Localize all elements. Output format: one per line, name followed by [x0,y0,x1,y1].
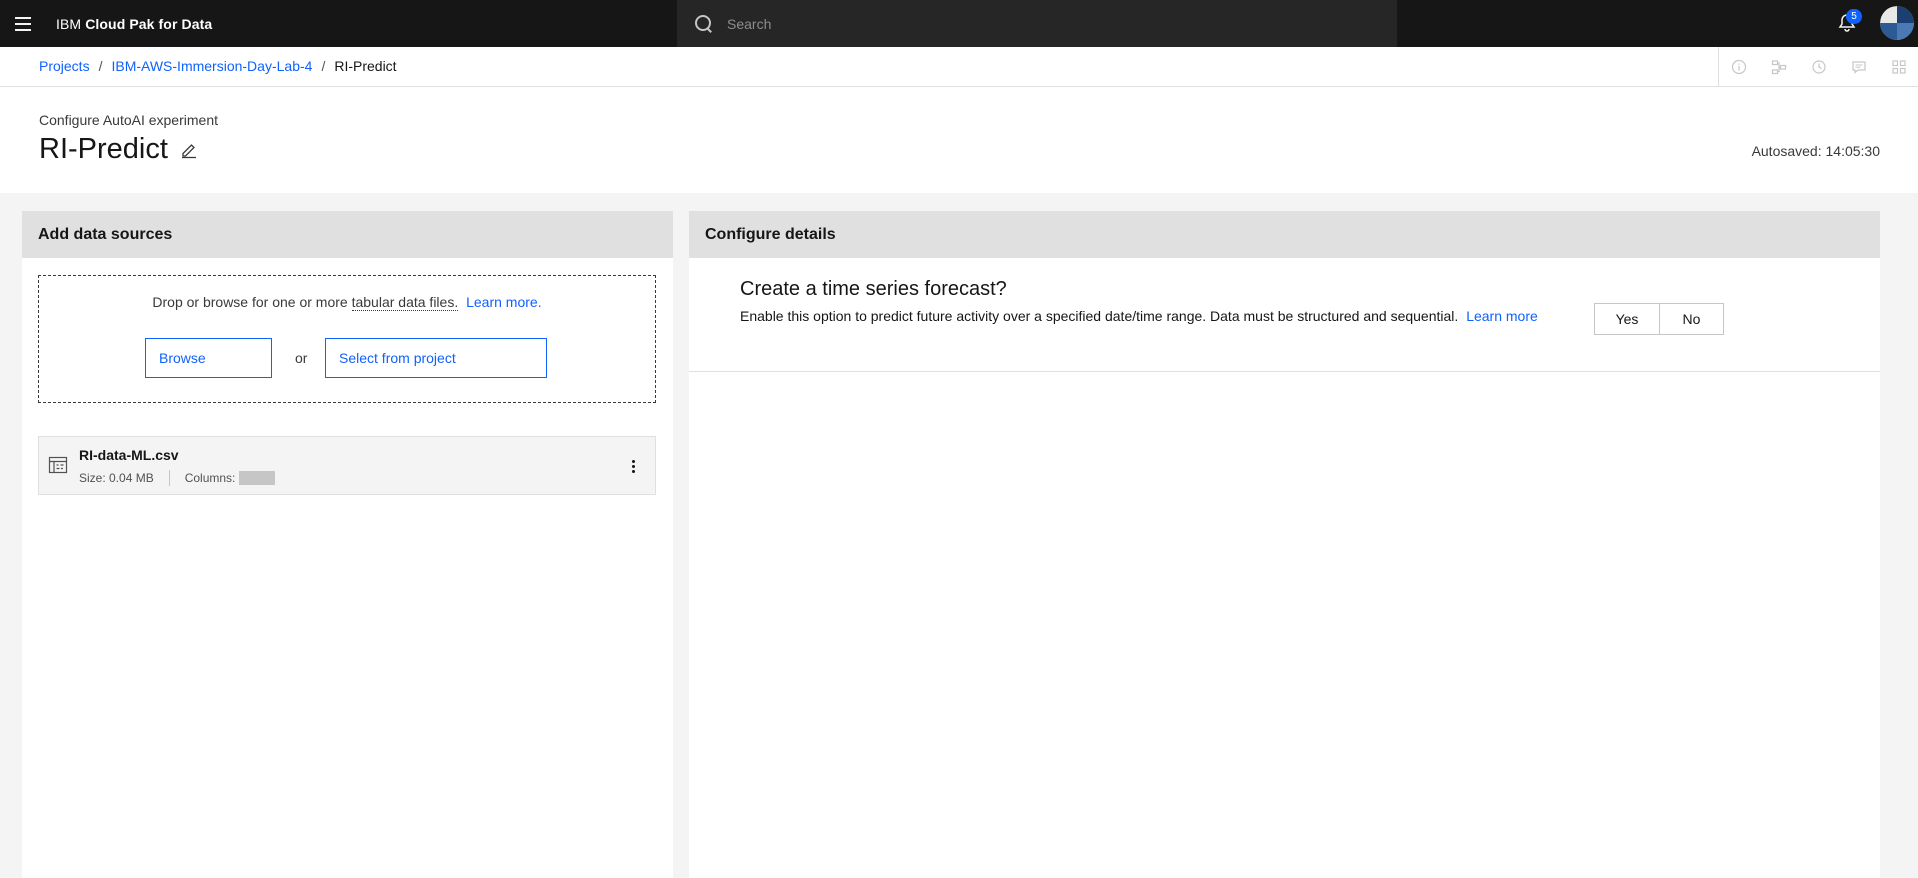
time-series-learn-more-link[interactable]: Learn more [1466,308,1538,324]
drop-zone-text: Drop or browse for one or more tabular d… [39,294,655,311]
data-flow-icon[interactable] [1759,47,1799,87]
breadcrumb-project[interactable]: IBM-AWS-Immersion-Day-Lab-4 [111,58,312,74]
drop-instruction: Drop or browse for one or more [152,294,348,310]
page-header: Configure AutoAI experiment RI-Predict A… [0,87,1918,193]
search-bar[interactable] [677,0,1397,47]
user-avatar[interactable] [1880,6,1914,40]
apps-icon[interactable] [1879,47,1918,87]
yes-button[interactable]: Yes [1595,304,1659,334]
no-button[interactable]: No [1659,304,1723,334]
overflow-menu-icon[interactable] [623,455,643,477]
time-series-toggle: Yes No [1594,303,1724,335]
file-name: RI-data-ML.csv [79,447,179,463]
breadcrumb-separator: / [321,58,326,74]
configure-details-panel: Configure details Create a time series f… [689,211,1880,878]
breadcrumb-separator: / [98,58,103,74]
configure-details-heading: Configure details [689,211,1880,258]
time-series-section: Create a time series forecast? Enable th… [689,258,1880,372]
brand-prefix: IBM [56,15,82,32]
breadcrumb-bar: Projects / IBM-AWS-Immersion-Day-Lab-4 /… [0,47,1918,87]
search-icon [695,14,713,33]
breadcrumb: Projects / IBM-AWS-Immersion-Day-Lab-4 /… [39,58,397,74]
edit-pencil-icon[interactable] [180,141,198,159]
page-subtitle: Configure AutoAI experiment [39,112,218,128]
side-panel-toolbar [1718,47,1918,87]
file-drop-zone[interactable]: Drop or browse for one or more tabular d… [38,275,656,403]
learn-more-link[interactable]: Learn more. [466,294,541,310]
hamburger-menu-icon[interactable] [0,0,46,47]
page-title: RI-Predict [39,133,198,166]
tabular-data-term[interactable]: tabular data files. [351,294,459,311]
breadcrumb-current: RI-Predict [334,58,397,74]
time-series-description: Enable this option to predict future act… [740,308,1538,324]
select-from-project-button[interactable]: Select from project [325,338,547,378]
comment-icon[interactable] [1839,47,1879,87]
file-meta: Size: 0.04 MB Columns: [79,470,276,486]
breadcrumb-projects[interactable]: Projects [39,58,90,74]
experiment-name: RI-Predict [39,133,168,165]
brand-name[interactable]: IBM Cloud Pak for Data [56,16,212,32]
columns-loading-skeleton [239,471,276,485]
file-columns-label: Columns: [184,471,236,485]
file-size: Size: 0.04 MB [79,471,154,485]
data-file-card[interactable]: RI-data-ML.csv Size: 0.04 MB Columns: [38,436,656,495]
autosaved-status: Autosaved: 14:05:30 [1751,143,1880,159]
data-table-icon [48,455,68,480]
add-data-sources-heading: Add data sources [22,211,673,258]
add-data-sources-panel: Add data sources Drop or browse for one … [22,211,673,878]
top-header: IBM Cloud Pak for Data 5 [0,0,1918,47]
time-series-desc-text: Enable this option to predict future act… [740,308,1459,324]
brand-product: Cloud Pak for Data [85,15,213,32]
or-label: or [295,350,308,366]
history-icon[interactable] [1799,47,1839,87]
notification-count-badge: 5 [1846,9,1862,24]
info-icon[interactable] [1719,47,1759,87]
browse-button[interactable]: Browse [145,338,272,378]
search-input[interactable] [727,15,1327,32]
time-series-title: Create a time series forecast? [740,278,1007,300]
meta-divider [168,470,170,486]
